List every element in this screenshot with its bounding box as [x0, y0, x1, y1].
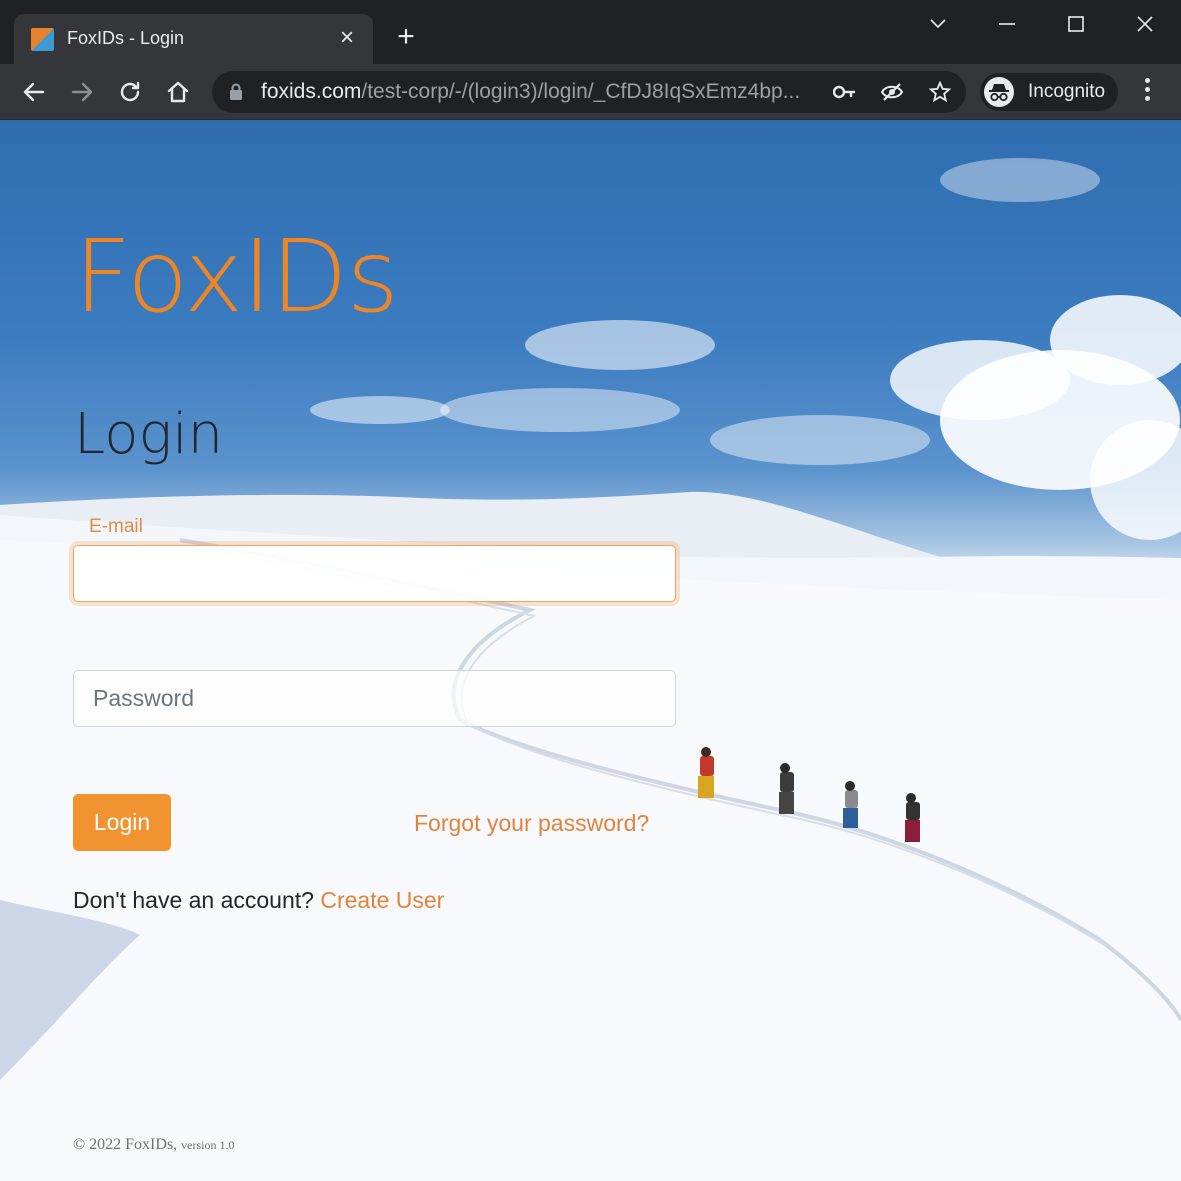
home-icon[interactable]: [162, 76, 194, 108]
browser-tab[interactable]: FoxIDs - Login ×: [14, 14, 373, 64]
forgot-password-link[interactable]: Forgot your password?: [414, 810, 649, 837]
close-tab-icon[interactable]: ×: [335, 26, 359, 51]
password-field[interactable]: [73, 670, 676, 727]
browser-menu-icon[interactable]: [1136, 78, 1158, 106]
eye-slash-icon[interactable]: [879, 80, 905, 104]
minimize-window-button[interactable]: [987, 8, 1027, 40]
forward-arrow-icon[interactable]: [66, 76, 98, 108]
login-button[interactable]: Login: [73, 794, 171, 851]
star-icon[interactable]: [927, 80, 953, 104]
page-title: Login: [74, 402, 224, 467]
address-bar[interactable]: foxids.com/test-corp/-/(login3)/login/_C…: [212, 71, 966, 113]
lock-icon: [230, 83, 242, 100]
url-text: foxids.com/test-corp/-/(login3)/login/_C…: [261, 80, 801, 103]
maximize-window-button[interactable]: [1056, 8, 1096, 40]
new-tab-button[interactable]: +: [392, 22, 420, 52]
tab-title: FoxIDs - Login: [67, 28, 185, 48]
back-arrow-icon[interactable]: [18, 76, 50, 108]
signup-prompt: Don't have an account? Create User: [73, 887, 444, 914]
footer-copyright: © 2022 FoxIDs,: [73, 1136, 178, 1153]
create-user-link[interactable]: Create User: [320, 887, 444, 913]
brand-logo-text: FoxIDs: [74, 218, 399, 335]
login-page: FoxIDs Login E-mail Login Forgot your pa…: [0, 120, 1181, 1181]
close-window-button[interactable]: [1125, 8, 1165, 40]
incognito-icon: [984, 77, 1014, 107]
browser-toolbar: foxids.com/test-corp/-/(login3)/login/_C…: [0, 64, 1181, 120]
incognito-label: Incognito: [1028, 81, 1106, 102]
footer: © 2022 FoxIDs, version 1.0: [73, 1136, 235, 1154]
reload-icon[interactable]: [114, 76, 146, 108]
email-field[interactable]: [73, 545, 676, 602]
tab-strip: FoxIDs - Login × +: [0, 0, 1181, 64]
footer-version: version 1.0: [181, 1138, 235, 1152]
key-icon[interactable]: [832, 80, 858, 104]
email-label: E-mail: [89, 516, 143, 537]
incognito-profile-button[interactable]: Incognito: [980, 73, 1118, 111]
foxids-favicon-icon: [31, 28, 54, 51]
tab-search-chevron-icon[interactable]: [918, 8, 958, 40]
signup-prompt-text: Don't have an account?: [73, 887, 314, 913]
